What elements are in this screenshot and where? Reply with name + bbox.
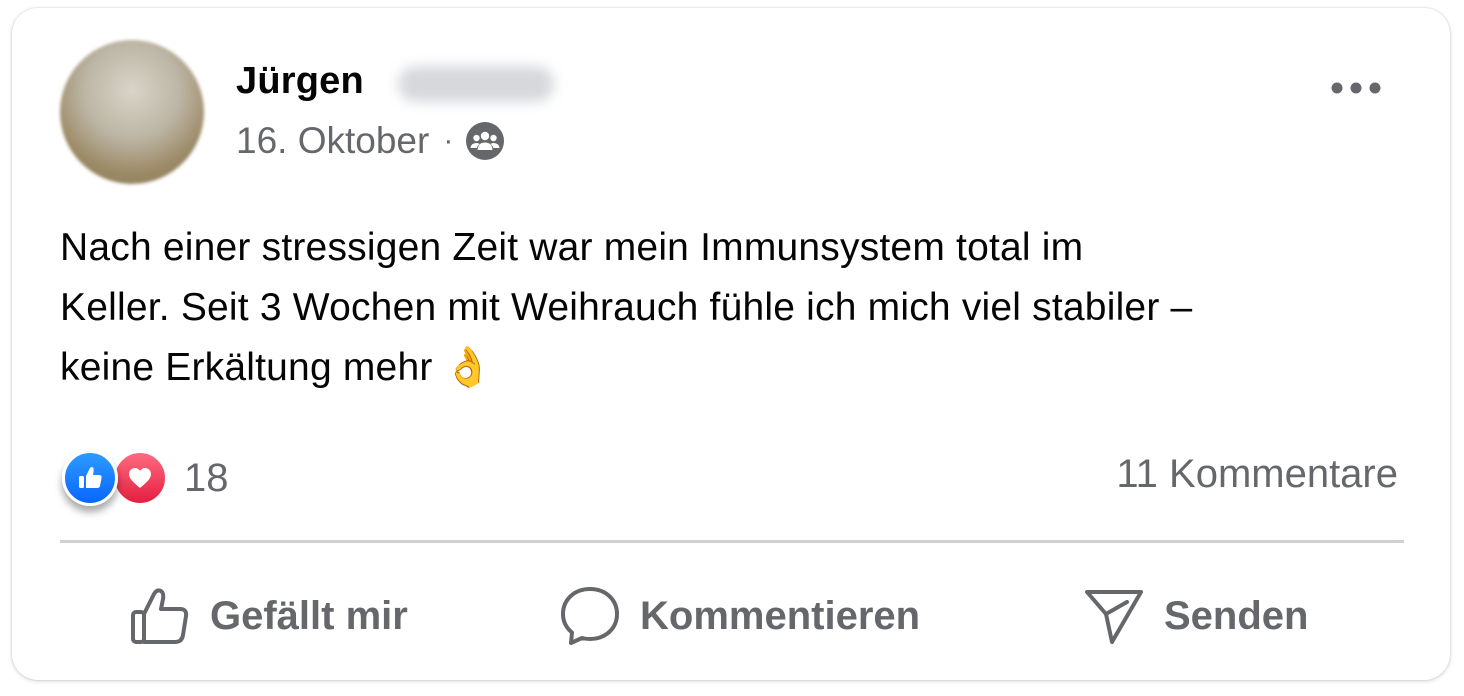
thumbs-up-icon — [131, 588, 189, 644]
post-card: Jürgen 16. Oktober · Nach einer stressig… — [12, 8, 1450, 680]
post-text-line: Keller. Seit 3 Wochen mit Weihrauch fühl… — [60, 286, 1193, 329]
reactions-summary[interactable]: 18 — [62, 448, 229, 508]
love-reaction-icon — [112, 450, 168, 506]
post-text-line: Nach einer stressigen Zeit war mein Immu… — [60, 226, 1084, 269]
send-button-label: Senden — [1164, 593, 1309, 638]
post-text: Nach einer stressigen Zeit war mein Immu… — [60, 218, 1420, 398]
ok-hand-emoji: 👌 — [443, 346, 493, 389]
post-meta: 16. Oktober · — [236, 120, 505, 162]
send-icon — [1085, 590, 1143, 644]
author-name[interactable]: Jürgen — [236, 60, 364, 103]
redacted-surname — [398, 66, 554, 102]
like-reaction-icon — [62, 450, 118, 506]
like-button-label: Gefällt mir — [210, 593, 408, 638]
comment-button-label: Kommentieren — [640, 593, 921, 638]
post-text-line: keine Erkältung mehr 👌 — [60, 346, 493, 389]
comments-count[interactable]: 11 Kommentare — [1116, 452, 1398, 497]
author-avatar[interactable] — [60, 40, 204, 184]
meta-separator: · — [443, 124, 454, 157]
more-options-icon — [1331, 82, 1381, 94]
action-bar: Gefällt mir Kommentieren Senden — [60, 568, 1404, 664]
send-button[interactable]: Senden — [1082, 568, 1308, 664]
more-options-button[interactable] — [1326, 68, 1386, 108]
post-date[interactable]: 16. Oktober — [236, 120, 429, 162]
like-button[interactable]: Gefällt mir — [128, 568, 408, 664]
comment-button[interactable]: Kommentieren — [558, 568, 920, 664]
comment-bubble-icon — [561, 587, 619, 645]
actions-divider — [60, 540, 1404, 543]
friends-icon — [465, 121, 505, 161]
reaction-count: 18 — [184, 455, 229, 500]
